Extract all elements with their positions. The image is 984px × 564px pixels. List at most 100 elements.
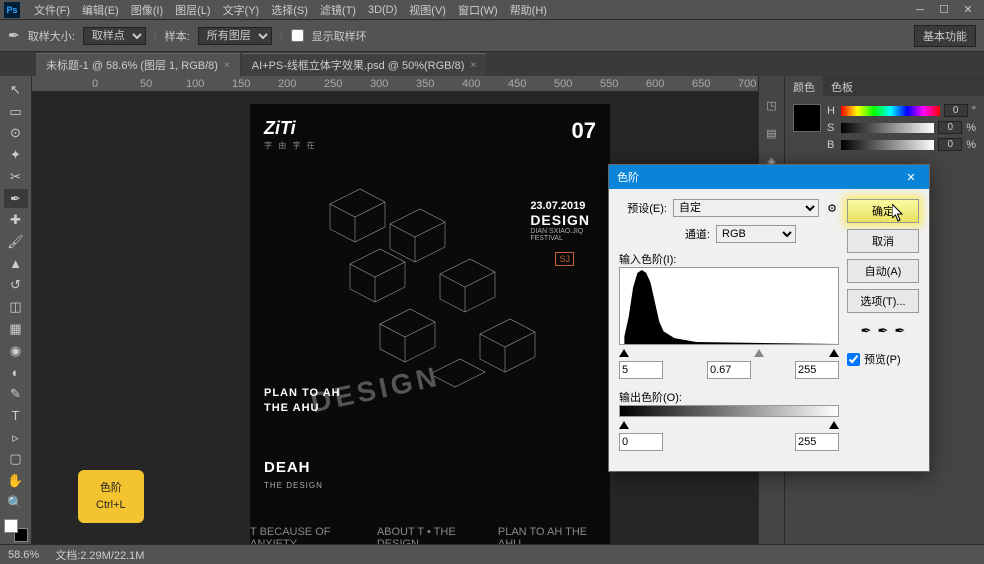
tab-close-icon[interactable]: × xyxy=(224,60,230,71)
sample-size-select[interactable]: 取样点 xyxy=(83,27,146,45)
output-white-slider[interactable] xyxy=(829,421,839,429)
input-sliders[interactable] xyxy=(619,349,839,357)
heal-tool[interactable]: ✚ xyxy=(4,210,28,230)
pen-tool[interactable]: ✎ xyxy=(4,384,28,404)
preset-label: 预设(E): xyxy=(619,200,667,216)
maximize-button[interactable]: ☐ xyxy=(932,2,956,18)
s-label: S xyxy=(827,122,837,134)
input-levels-label: 输入色阶(I): xyxy=(619,251,839,267)
ok-button[interactable]: 确定 xyxy=(847,199,919,223)
tab-close-icon[interactable]: × xyxy=(470,60,476,71)
crop-tool[interactable]: ✂ xyxy=(4,167,28,187)
zoom-tool[interactable]: 🔍 xyxy=(4,493,28,513)
output-white-field[interactable] xyxy=(795,433,839,451)
menu-type[interactable]: 文字(Y) xyxy=(217,2,266,18)
type-tool[interactable]: T xyxy=(4,406,28,426)
tab-active[interactable]: 未标题-1 @ 58.6% (图层 1, RGB/8)× xyxy=(36,53,240,76)
show-ring-label: 显示取样环 xyxy=(312,28,367,44)
input-gamma-field[interactable] xyxy=(707,361,751,379)
menu-view[interactable]: 视图(V) xyxy=(403,2,452,18)
dialog-titlebar[interactable]: 色阶 ✕ xyxy=(609,165,929,189)
history-icon[interactable]: ◳ xyxy=(763,96,781,114)
b-value[interactable]: 0 xyxy=(938,138,962,151)
hand-tool[interactable]: ✋ xyxy=(4,471,28,491)
auto-button[interactable]: 自动(A) xyxy=(847,259,919,283)
menu-window[interactable]: 窗口(W) xyxy=(452,2,504,18)
white-eyedropper-icon[interactable]: ✒ xyxy=(894,323,905,339)
color-preview-swatch[interactable] xyxy=(793,104,821,132)
actions-icon[interactable]: ▤ xyxy=(763,124,781,142)
hue-slider[interactable] xyxy=(841,106,940,116)
poster-sublogo: 字 由 字 在 xyxy=(264,140,317,151)
input-black-field[interactable] xyxy=(619,361,663,379)
path-tool[interactable]: ▹ xyxy=(4,428,28,448)
color-swatches[interactable] xyxy=(4,519,28,543)
h-value[interactable]: 0 xyxy=(944,104,968,117)
unit: % xyxy=(966,122,976,134)
close-button[interactable]: ✕ xyxy=(956,2,980,18)
marquee-tool[interactable]: ▭ xyxy=(4,102,28,122)
history-brush-tool[interactable]: ↺ xyxy=(4,276,28,296)
poster-artwork: ZiTi 字 由 字 在 07 23.07.2019 DESIGN DIAN S… xyxy=(250,104,610,564)
ruler-horizontal: 0501001502002503003504004505005506006507… xyxy=(32,76,758,92)
menu-image[interactable]: 图像(I) xyxy=(125,2,169,18)
menu-select[interactable]: 选择(S) xyxy=(265,2,314,18)
show-ring-checkbox[interactable] xyxy=(291,29,304,42)
preset-select[interactable]: 自定 xyxy=(673,199,819,217)
black-point-slider[interactable] xyxy=(619,349,629,357)
wand-tool[interactable]: ✦ xyxy=(4,145,28,165)
sat-slider[interactable] xyxy=(841,123,934,133)
dialog-close-icon[interactable]: ✕ xyxy=(901,171,921,184)
output-black-slider[interactable] xyxy=(619,421,629,429)
channel-select[interactable]: RGB xyxy=(716,225,796,243)
output-sliders[interactable] xyxy=(619,421,839,429)
status-bar: 58.6% 文档:2.29M/22.1M xyxy=(0,544,984,564)
lasso-tool[interactable]: ⊙ xyxy=(4,123,28,143)
eyedropper-group: ✒ ✒ ✒ xyxy=(847,323,919,339)
gray-eyedropper-icon[interactable]: ✒ xyxy=(878,323,889,339)
canvas[interactable]: ZiTi 字 由 字 在 07 23.07.2019 DESIGN DIAN S… xyxy=(250,104,610,564)
fg-color-swatch[interactable] xyxy=(4,519,18,533)
menu-filter[interactable]: 滤镜(T) xyxy=(314,2,362,18)
preview-checkbox[interactable] xyxy=(847,353,860,366)
menu-bar: Ps 文件(F) 编辑(E) 图像(I) 图层(L) 文字(Y) 选择(S) 滤… xyxy=(0,0,984,20)
gear-icon[interactable]: ⚙ xyxy=(825,201,839,215)
black-eyedropper-icon[interactable]: ✒ xyxy=(861,323,872,339)
input-white-field[interactable] xyxy=(795,361,839,379)
poster-logo: ZiTi xyxy=(264,118,296,139)
dodge-tool[interactable]: ◐ xyxy=(4,363,28,383)
poster-tagline-1: PLAN TO AHTHE AHU xyxy=(264,384,341,414)
brush-tool[interactable]: 🖌 xyxy=(4,232,28,252)
eraser-tool[interactable]: ◫ xyxy=(4,297,28,317)
s-value[interactable]: 0 xyxy=(938,121,962,134)
options-button[interactable]: 选项(T)... xyxy=(847,289,919,313)
stamp-tool[interactable]: ▲ xyxy=(4,254,28,274)
move-tool[interactable]: ↖ xyxy=(4,80,28,100)
blur-tool[interactable]: ◉ xyxy=(4,341,28,361)
h-label: H xyxy=(827,105,837,117)
gamma-slider[interactable] xyxy=(754,349,764,357)
menu-help[interactable]: 帮助(H) xyxy=(504,2,553,18)
menu-file[interactable]: 文件(F) xyxy=(28,2,76,18)
tab-color[interactable]: 颜色 xyxy=(785,76,823,96)
eyedropper-tool[interactable]: ✒ xyxy=(4,189,28,209)
white-point-slider[interactable] xyxy=(829,349,839,357)
levels-dialog: 色阶 ✕ 预设(E): 自定 ⚙ 通道: RGB 输入色阶(I): xyxy=(608,164,930,472)
menu-3d[interactable]: 3D(D) xyxy=(362,4,403,16)
workspace-button[interactable]: 基本功能 xyxy=(914,25,976,47)
output-black-field[interactable] xyxy=(619,433,663,451)
tab-swatches[interactable]: 色板 xyxy=(823,76,861,96)
options-bar: ✒ 取样大小: 取样点 | 样本: 所有图层 | 显示取样环 基本功能 xyxy=(0,20,984,52)
cancel-button[interactable]: 取消 xyxy=(847,229,919,253)
shape-tool[interactable]: ▢ xyxy=(4,449,28,469)
menu-layer[interactable]: 图层(L) xyxy=(169,2,216,18)
zoom-level[interactable]: 58.6% xyxy=(8,549,39,561)
bri-slider[interactable] xyxy=(841,140,934,150)
gradient-tool[interactable]: ▦ xyxy=(4,319,28,339)
minimize-button[interactable]: ─ xyxy=(908,2,932,18)
tab-inactive[interactable]: AI+PS-线框立体字效果.psd @ 50%(RGB/8)× xyxy=(242,53,486,76)
sample-size-label: 取样大小: xyxy=(28,28,75,44)
output-gradient[interactable] xyxy=(619,405,839,417)
sample-select[interactable]: 所有图层 xyxy=(198,27,272,45)
menu-edit[interactable]: 编辑(E) xyxy=(76,2,125,18)
